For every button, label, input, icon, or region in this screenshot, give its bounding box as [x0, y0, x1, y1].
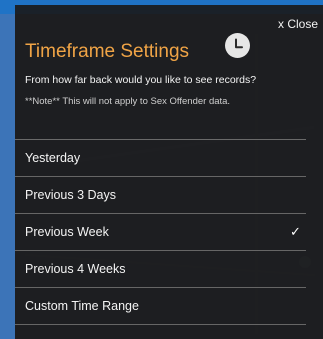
option-label: Previous 3 Days — [25, 188, 117, 202]
close-button[interactable]: x Close — [278, 17, 318, 31]
option-yesterday[interactable]: Yesterday — [15, 140, 306, 177]
dialog-title: Timeframe Settings — [25, 41, 190, 62]
dialog-note: **Note** This will not apply to Sex Offe… — [25, 96, 231, 107]
option-label: Yesterday — [25, 151, 81, 165]
dialog-question: From how far back would you like to see … — [25, 74, 257, 86]
option-previous-3-days[interactable]: Previous 3 Days — [15, 177, 306, 214]
checkmark-icon: ✓ — [290, 224, 301, 239]
option-previous-4-weeks[interactable]: Previous 4 Weeks — [15, 251, 306, 288]
sidebar-strip — [0, 14, 15, 339]
clock-icon — [225, 33, 250, 58]
timeframe-options-list: Yesterday Previous 3 Days Previous Week … — [15, 140, 306, 325]
option-previous-week[interactable]: Previous Week ✓ — [15, 214, 306, 251]
option-label: Previous 4 Weeks — [25, 262, 126, 276]
timeframe-settings-dialog: x Close Timeframe Settings From how far … — [15, 5, 323, 339]
option-label: Custom Time Range — [25, 299, 139, 313]
option-custom-time-range[interactable]: Custom Time Range — [15, 288, 306, 325]
option-label: Previous Week — [25, 225, 109, 239]
